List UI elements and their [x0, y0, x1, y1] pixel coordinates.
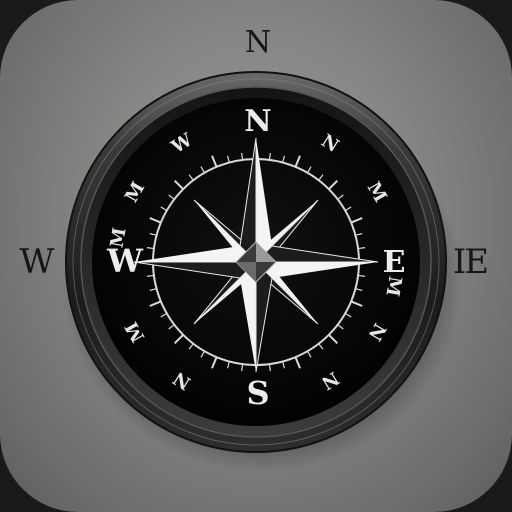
compass-app-icon[interactable]: N W IE S [0, 0, 512, 512]
dial-label-east: E [383, 245, 406, 280]
dial-label-west: W [106, 242, 144, 280]
compass-dial: W NM MM NN NMM N W E S [62, 71, 462, 472]
dial-label-south: S [246, 374, 269, 412]
dial-label-north: N [244, 104, 271, 139]
